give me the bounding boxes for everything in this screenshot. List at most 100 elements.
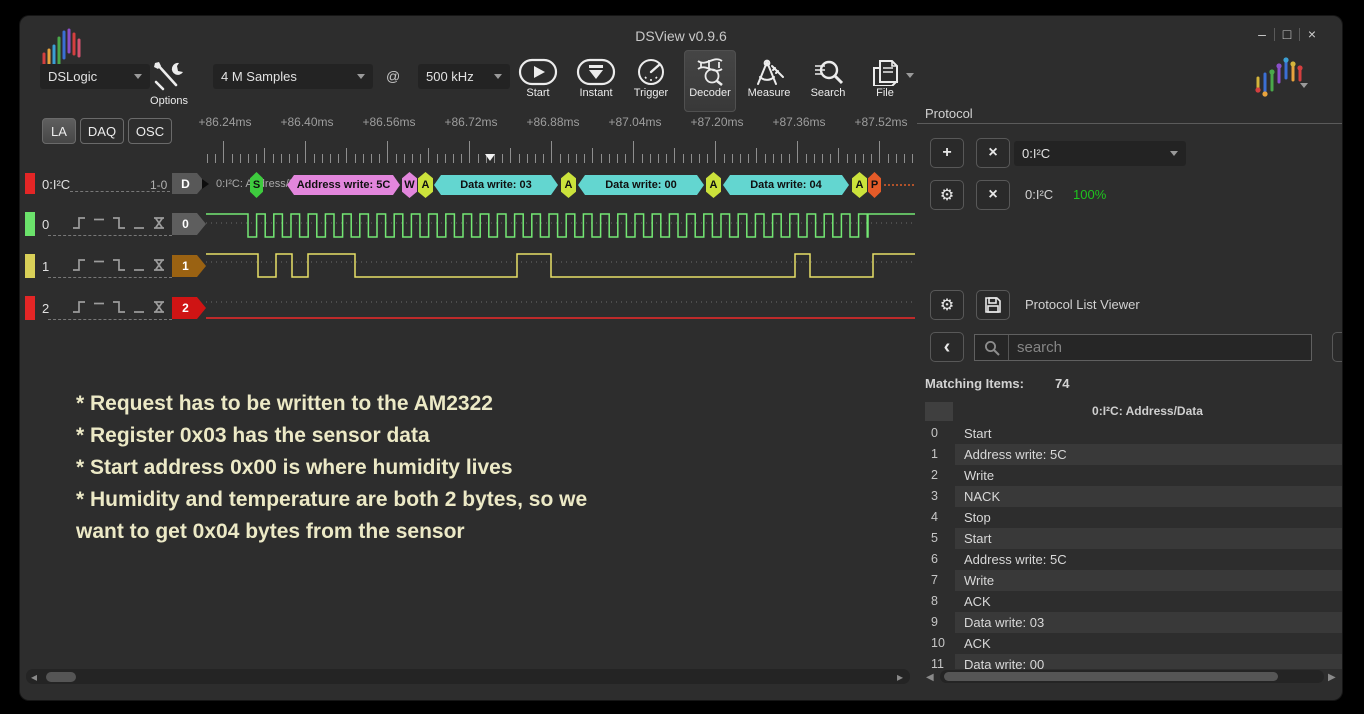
i2c-annotation[interactable]: P: [868, 172, 881, 198]
row-index: 1: [931, 444, 955, 465]
row-index: 9: [931, 612, 955, 633]
protocol-list-row[interactable]: 6Address write: 5C: [917, 549, 1342, 570]
ruler-tick: [806, 154, 807, 163]
i2c-annotation[interactable]: Address write: 5C: [287, 175, 400, 195]
trigger-button[interactable]: Trigger: [627, 58, 675, 99]
add-decoder-button[interactable]: +: [930, 138, 964, 168]
channel1-color-swatch[interactable]: [25, 254, 35, 278]
ruler-tick: [305, 141, 306, 163]
ruler-tick: [724, 154, 725, 163]
chevron-down-icon: [494, 74, 502, 79]
ruler-tick: [363, 154, 364, 163]
options-button[interactable]: Options: [145, 58, 193, 107]
instant-capture-icon: [575, 58, 617, 86]
minimize-icon[interactable]: –: [1250, 26, 1274, 42]
protocol-list[interactable]: 0Start1Address write: 5C2Write3NACK4Stop…: [917, 423, 1342, 669]
remove-all-decoders-button[interactable]: ×: [976, 138, 1010, 168]
file-menu-caret[interactable]: [906, 78, 914, 96]
right-panel-caret[interactable]: [1300, 88, 1308, 106]
measure-button[interactable]: Measure: [745, 58, 793, 99]
tab-daq[interactable]: DAQ: [80, 118, 124, 144]
ruler-time-label: +86.40ms: [267, 115, 347, 129]
protocol-list-row[interactable]: 1Address write: 5C: [917, 444, 1342, 465]
i2c-annotation[interactable]: Data write: 00: [578, 175, 704, 195]
ruler-tick: [535, 154, 536, 163]
decoder-flag[interactable]: D: [172, 173, 206, 194]
maximize-icon[interactable]: □: [1275, 26, 1299, 42]
prev-match-button[interactable]: ‹: [930, 332, 964, 362]
close-icon[interactable]: ×: [1300, 26, 1324, 42]
cursor-marker-icon[interactable]: [485, 154, 495, 161]
decoder-annotation-track[interactable]: 0:I²C: Address/Data SAddress write: 5CWA…: [206, 172, 915, 198]
i2c-annotation[interactable]: A: [561, 172, 576, 198]
main-hscrollbar-track[interactable]: [26, 669, 910, 684]
ruler-tick: [355, 154, 356, 163]
ruler-tick: [461, 154, 462, 163]
protocol-list-row[interactable]: 3NACK: [917, 486, 1342, 507]
i2c-annotation[interactable]: S: [250, 172, 263, 198]
tab-osc[interactable]: OSC: [128, 118, 172, 144]
channel0-color-swatch[interactable]: [25, 212, 35, 236]
export-list-button[interactable]: [976, 290, 1010, 320]
channel2-flag[interactable]: 2: [172, 297, 206, 319]
main-hscrollbar-thumb[interactable]: [46, 672, 76, 682]
protocol-list-row[interactable]: 4Stop: [917, 507, 1342, 528]
protocol-list-row[interactable]: 7Write: [917, 570, 1342, 591]
scroll-right-icon[interactable]: ▸: [897, 670, 903, 684]
ruler-tick: [264, 148, 265, 163]
protocol-list-row[interactable]: 11Data write: 00: [917, 654, 1342, 669]
dna-magnifier-icon: [693, 58, 727, 86]
ruler-tick: [551, 141, 552, 163]
sample-count-select[interactable]: 4 M Samples: [213, 64, 373, 89]
next-match-button[interactable]: ›: [1332, 332, 1342, 362]
device-select[interactable]: DSLogic: [40, 64, 150, 89]
search-icon: [975, 335, 1009, 360]
i2c-annotation[interactable]: Data write: 04: [723, 175, 849, 195]
time-ruler[interactable]: [206, 136, 915, 163]
save-icon: [984, 296, 1002, 314]
scroll-right-icon[interactable]: ▶: [1328, 671, 1336, 685]
start-button[interactable]: Start: [514, 58, 562, 99]
scroll-left-icon[interactable]: ◂: [31, 670, 37, 684]
decoder-color-swatch[interactable]: [25, 173, 35, 194]
i2c-annotation[interactable]: A: [706, 172, 721, 198]
play-icon: [517, 58, 559, 86]
ruler-tick: [740, 154, 741, 163]
chevron-down-icon: [357, 74, 365, 79]
ruler-tick: [404, 154, 405, 163]
protocol-list-row[interactable]: 5Start: [917, 528, 1342, 549]
protocol-list-row[interactable]: 10ACK: [917, 633, 1342, 654]
instant-button[interactable]: Instant: [572, 58, 620, 99]
scroll-left-icon[interactable]: ◀: [926, 671, 934, 685]
ruler-tick: [232, 154, 233, 163]
i2c-annotation[interactable]: Data write: 03: [434, 175, 558, 195]
waveform-canvas[interactable]: [206, 206, 915, 326]
protocol-list-row[interactable]: 0Start: [917, 423, 1342, 444]
decoder-settings-button[interactable]: ⚙: [930, 180, 964, 210]
tab-la[interactable]: LA: [42, 118, 76, 144]
i2c-annotation[interactable]: A: [852, 172, 867, 198]
protocol-list-row[interactable]: 2Write: [917, 465, 1342, 486]
search-button[interactable]: Search: [804, 58, 852, 99]
decoder-select[interactable]: 0:I²C: [1014, 141, 1186, 166]
list-hscrollbar-thumb[interactable]: [944, 672, 1278, 681]
channel1-flag[interactable]: 1: [172, 255, 206, 277]
chevron-down-icon: [134, 74, 142, 79]
note-line: * Start address 0x00 is where humidity l…: [76, 452, 587, 484]
decoder-button[interactable]: Decoder: [686, 58, 734, 99]
ruler-tick: [240, 154, 241, 163]
i2c-annotation[interactable]: W: [402, 172, 417, 198]
sample-rate-select[interactable]: 500 kHz: [418, 64, 510, 89]
i2c-annotation[interactable]: A: [418, 172, 433, 198]
decoder-dashed-underline: [70, 178, 170, 192]
protocol-list-row[interactable]: 8ACK: [917, 591, 1342, 612]
ruler-tick: [453, 154, 454, 163]
file-button[interactable]: File: [861, 58, 909, 99]
list-settings-button[interactable]: ⚙: [930, 290, 964, 320]
channel2-color-swatch[interactable]: [25, 296, 35, 320]
list-column-header: 0:I²C: Address/Data: [960, 404, 1335, 418]
remove-decoder-button[interactable]: ×: [976, 180, 1010, 210]
channel0-flag[interactable]: 0: [172, 213, 206, 235]
protocol-list-row[interactable]: 9Data write: 03: [917, 612, 1342, 633]
search-input[interactable]: [1009, 339, 1311, 356]
